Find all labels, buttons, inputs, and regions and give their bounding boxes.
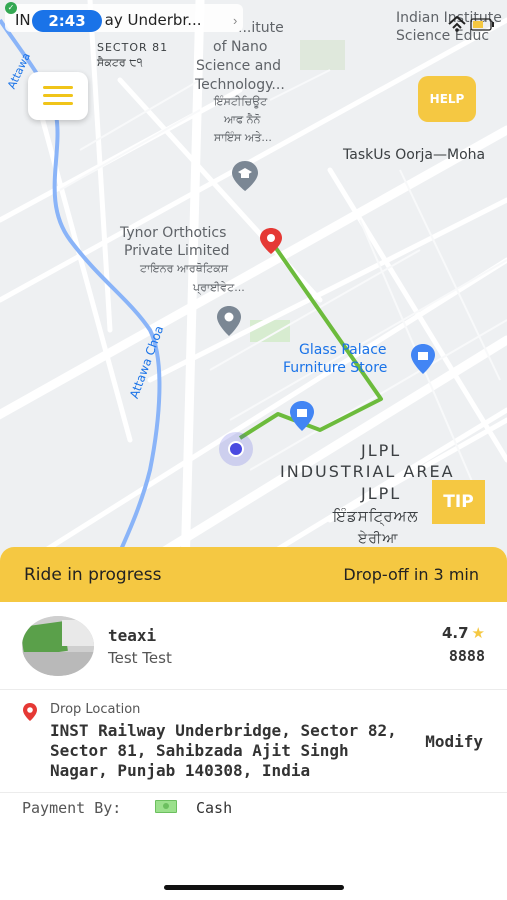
map-label-glass-palace-2: Furniture Store — [283, 360, 388, 376]
map-label-jlpl-3: JLPL — [361, 484, 402, 503]
map-label-nano-3: Science and — [196, 58, 282, 74]
destination-pin-icon — [260, 228, 282, 254]
payment-row: Payment By: Cash — [0, 793, 507, 823]
place-pin-icon — [217, 306, 241, 336]
map-label-taskus: TaskUs Oorja—Moha — [343, 147, 486, 163]
map-label-jlpl-4: ਇੰਡਸਟ੍ਰਿਅਲ — [333, 507, 419, 525]
payment-label: Payment By: — [22, 799, 122, 817]
dropoff-eta: Drop-off in 3 min — [343, 565, 479, 584]
driver-avatar — [22, 616, 94, 676]
store-pin-icon — [411, 344, 435, 374]
map-label-sector81-punjabi: ਸੈਕਟਰ ੮੧ — [97, 56, 143, 69]
location-indicator-icon: ✓ — [5, 2, 17, 14]
banner-text: ay Underbr... — [104, 11, 202, 29]
map-label-nano-4: Technology... — [195, 77, 285, 93]
map-label-tynor-2: Private Limited — [124, 243, 230, 259]
battery-icon — [470, 18, 494, 31]
ride-status-text: Ride in progress — [24, 565, 162, 585]
rating-value: 4.7 — [441, 624, 469, 642]
map-label-nano-5: ਇੰਸਟੀਚਿਊਟ — [214, 95, 268, 108]
payment-method: Cash — [196, 799, 233, 817]
driver-subtitle: Test Test — [108, 649, 172, 667]
hamburger-icon — [43, 86, 73, 89]
school-pin-icon — [232, 161, 258, 191]
map-label-tynor-3: ਟਾਇਨਰ ਆਰਥੋਟਿਕਸ — [140, 262, 229, 275]
map-label-sector81: SECTOR 81 — [97, 41, 169, 54]
modify-button[interactable]: Modify — [425, 732, 483, 751]
location-pin-icon — [23, 703, 37, 721]
map-label-jlpl-2: INDUSTRIAL AREA — [280, 462, 455, 481]
help-button[interactable]: HELP — [418, 76, 476, 122]
star-icon: ★ — [471, 624, 485, 642]
status-bar: IN ay Underbr... › ✓ 2:43 — [0, 0, 507, 38]
drop-address: INST Railway Underbridge, Sector 82, Sec… — [50, 721, 397, 780]
cash-icon — [155, 800, 177, 813]
banner-prefix: IN — [15, 11, 31, 29]
driver-rating: 4.7 ★ — [442, 624, 485, 642]
status-icons — [448, 16, 494, 32]
driver-card[interactable]: teaxi Test Test 4.7 ★ 8888 — [0, 602, 507, 690]
status-time: 2:43 — [32, 10, 102, 32]
ride-status-bar: Ride in progress Drop-off in 3 min — [0, 547, 507, 602]
map-label-nano-2: of Nano — [213, 39, 268, 55]
map-label-glass-palace-1: Glass Palace — [299, 342, 387, 358]
map-label-nano-6: ਆਫ ਨੈਨੋ — [224, 113, 261, 126]
map-label-jlpl-5: ਏਰੀਆ — [358, 531, 399, 547]
wifi-icon — [448, 16, 466, 32]
shopping-pin-icon — [290, 401, 314, 431]
current-location-marker — [219, 432, 253, 466]
vehicle-number: 8888 — [448, 647, 485, 665]
menu-button[interactable] — [28, 72, 88, 120]
drop-location-card: Drop Location INST Railway Underbridge, … — [0, 690, 507, 793]
drop-location-label: Drop Location — [50, 702, 141, 717]
map-label-tynor-1: Tynor Orthotics — [120, 225, 227, 241]
map-label-jlpl-1: JLPL — [361, 441, 402, 460]
map-view[interactable]: SECTOR 81 ਸੈਕਟਰ ੮੧ ...itute of Nano Scie… — [0, 0, 507, 570]
map-label-nano-7: ਸਾਇੰਸ ਅਤੇ... — [214, 131, 272, 144]
chevron-right-icon: › — [233, 13, 238, 28]
tip-button[interactable]: TIP — [432, 480, 485, 524]
map-label-tynor-4: ਪ੍ਰਾਈਵੇਟ... — [193, 281, 245, 294]
driver-name: teaxi — [108, 626, 157, 645]
home-indicator[interactable] — [164, 885, 344, 890]
